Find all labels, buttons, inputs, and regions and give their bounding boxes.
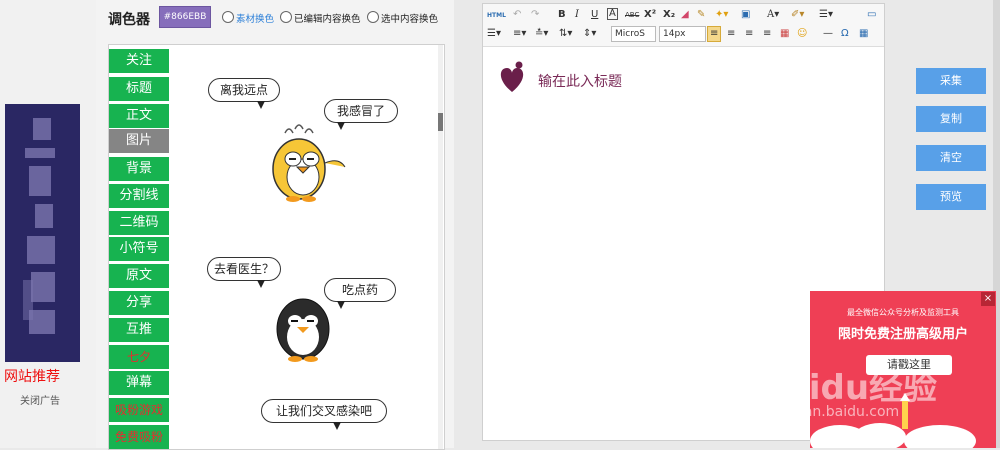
bubble-tail (257, 280, 265, 288)
bubble-tail (257, 101, 265, 109)
left-ad-panel: 网站推荐 关闭广告 (0, 0, 96, 448)
menu-item-symbol[interactable]: 小符号 (109, 237, 169, 261)
menu-item-original[interactable]: 原文 (109, 264, 169, 288)
menu-item-share[interactable]: 分享 (109, 291, 169, 315)
radio-label-selected: 选中内容换色 (381, 14, 439, 25)
menu-item-title[interactable]: 标题 (109, 77, 169, 101)
speech-bubble: 离我远点 (208, 78, 280, 102)
font-color-icon[interactable]: A▾ (767, 8, 779, 22)
menu-item-qrcode[interactable]: 二维码 (109, 211, 169, 235)
speech-bubble: 去看医生？ (207, 257, 281, 281)
speech-bubble: 让我们交叉感染吧 (261, 399, 387, 423)
clear-button[interactable]: 清空 (916, 145, 986, 171)
radio-label-edited: 已编辑内容换色 (294, 14, 361, 25)
popup-subtitle: 最全微信公众号分析及监测工具 (847, 308, 959, 317)
scrollbar-track[interactable] (438, 45, 443, 449)
scrollbar-thumb[interactable] (438, 113, 443, 131)
material-panel: 调色器 #866EBB 素材换色 已编辑内容换色 选中内容换色 关注 标题 正文… (96, 0, 454, 450)
unordered-list-icon[interactable]: ☰▾ (487, 27, 501, 41)
fullscreen-icon[interactable]: ▭ (867, 8, 876, 22)
menu-item-background[interactable]: 背景 (109, 157, 169, 181)
italic-icon[interactable]: I (575, 8, 579, 22)
bold-icon[interactable]: B (558, 8, 566, 22)
ad-image[interactable] (5, 104, 80, 362)
superscript-icon[interactable]: X² (644, 8, 656, 22)
menu-item-image[interactable]: 图片 (109, 129, 169, 153)
auto-format-icon[interactable]: ✦▾ (715, 8, 728, 22)
table-icon[interactable]: ▦ (859, 27, 868, 41)
menu-item-follow[interactable]: 关注 (109, 49, 169, 73)
black-penguin-image[interactable] (269, 293, 339, 363)
radio-selected-recolor[interactable] (367, 11, 379, 23)
menu-item-divider[interactable]: 分割线 (109, 184, 169, 208)
menu-item-cross-promo[interactable]: 互推 (109, 318, 169, 342)
yellow-penguin-image[interactable] (259, 119, 351, 205)
menu-item-free-fans[interactable]: 免费吸粉 (109, 425, 169, 449)
ad-title[interactable]: 网站推荐 (4, 366, 60, 386)
indent-icon[interactable]: ⇕▾ (583, 27, 596, 41)
undo-icon[interactable]: ↶ (513, 8, 521, 22)
radio-label-material: 素材换色 (236, 14, 275, 25)
close-ad-link[interactable]: 关闭广告 (20, 392, 60, 407)
special-char-icon[interactable]: Ω (841, 27, 849, 41)
line-height-icon[interactable]: ≡▾ (513, 27, 526, 41)
editor-toolbar: HTML ↶ ↷ B I U A ABC X² X₂ ◢ ✎ ✦▾ ▣ A▾ ✐… (483, 4, 884, 47)
menu-item-body[interactable]: 正文 (109, 104, 169, 128)
align-right-icon[interactable]: ≡ (745, 27, 753, 41)
align-left-icon[interactable]: ≡ (707, 26, 722, 42)
color-picker-label: 调色器 (108, 12, 150, 28)
justify-icon[interactable]: ≡ (763, 27, 771, 41)
bubble-tail (333, 422, 341, 430)
image-icon[interactable]: ▦ (780, 27, 789, 41)
strikethrough-icon[interactable]: ABC (625, 8, 639, 22)
highlight-color-icon[interactable]: ✐▾ (791, 8, 804, 22)
format-brush-icon[interactable]: ✎ (697, 8, 705, 22)
align-center-icon[interactable]: ≡ (727, 27, 735, 41)
paste-icon[interactable]: ▣ (741, 8, 750, 22)
paragraph-spacing-icon[interactable]: ≛▾ (535, 27, 548, 41)
horizontal-rule-icon[interactable]: — (823, 27, 833, 41)
collect-button[interactable]: 采集 (916, 68, 986, 94)
underline-icon[interactable]: U (591, 8, 598, 22)
baidu-watermark: Baidu经验 (760, 368, 938, 408)
menu-item-danmaku[interactable]: 弹幕 (109, 371, 169, 395)
row-spacing-icon[interactable]: ⇅▾ (559, 27, 572, 41)
redo-icon[interactable]: ↷ (531, 8, 539, 22)
font-size-select[interactable]: 14px (659, 26, 706, 42)
heart-decoration-icon (500, 61, 524, 92)
radio-edited-recolor[interactable] (280, 11, 292, 23)
color-swatch[interactable]: #866EBB (159, 6, 211, 28)
menu-item-fan-game[interactable]: 吸粉游戏 (109, 398, 169, 422)
editor-title-placeholder[interactable]: 输在此入标题 (538, 71, 622, 91)
font-border-icon[interactable]: A (607, 8, 618, 20)
material-content-box: 关注 标题 正文 图片 背景 分割线 二维码 小符号 原文 分享 互推 七夕 弹… (108, 44, 445, 450)
radio-material-recolor[interactable] (222, 11, 234, 23)
font-family-select[interactable]: MicroS (611, 26, 656, 42)
popup-headline: 限时免费注册高级用户 (837, 327, 968, 342)
menu-item-qixi[interactable]: 七夕 (109, 345, 169, 369)
subscript-icon[interactable]: X₂ (663, 8, 675, 22)
copy-button[interactable]: 复制 (916, 106, 986, 132)
emoji-icon[interactable]: ☺ (797, 27, 807, 41)
preview-button[interactable]: 预览 (916, 184, 986, 210)
popup-close-button[interactable]: × (981, 292, 995, 306)
baidu-watermark-url: jingyan.baidu.com (770, 404, 900, 420)
ordered-list-icon[interactable]: ☰▾ (819, 8, 833, 22)
html-source-button[interactable]: HTML (487, 9, 506, 23)
eraser-icon[interactable]: ◢ (681, 8, 689, 22)
